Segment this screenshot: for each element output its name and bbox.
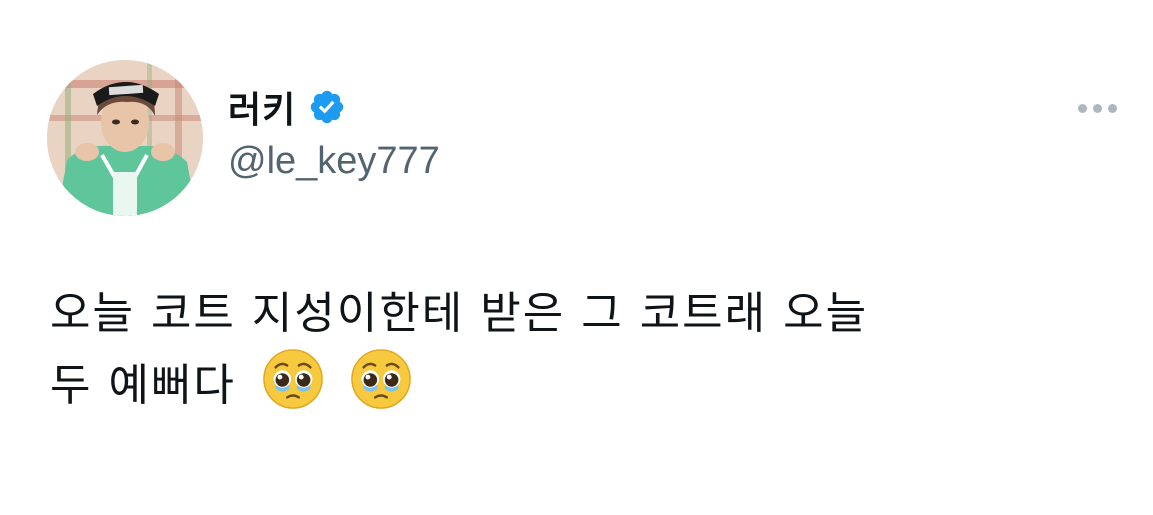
more-dot-icon	[1078, 104, 1087, 113]
tweet-card: 러키 @le_key777 오늘 코트 지성이한테 받은 그 코트래 오늘 두 …	[0, 0, 1153, 515]
pleading-face-emoji-icon	[350, 348, 412, 410]
tweet-text-line-2-row: 두 예뻐다	[50, 348, 1130, 420]
name-row: 러키	[228, 82, 440, 132]
tweet-text-line-2: 두 예뻐다	[50, 360, 236, 411]
tweet-text: 오늘 코트 지성이한테 받은 그 코트래 오늘 두 예뻐다	[50, 280, 1130, 420]
verified-badge-icon	[308, 88, 346, 126]
more-options-button[interactable]	[1074, 100, 1121, 117]
display-name[interactable]: 러키	[228, 81, 296, 133]
user-handle[interactable]: @le_key777	[228, 140, 440, 183]
user-info: 러키 @le_key777	[228, 82, 440, 183]
more-dot-icon	[1093, 104, 1102, 113]
avatar-image	[47, 60, 203, 216]
more-dot-icon	[1108, 104, 1117, 113]
avatar[interactable]	[47, 60, 203, 216]
pleading-face-emoji-icon	[262, 348, 324, 410]
tweet-text-line-1: 오늘 코트 지성이한테 받은 그 코트래 오늘	[50, 288, 869, 339]
